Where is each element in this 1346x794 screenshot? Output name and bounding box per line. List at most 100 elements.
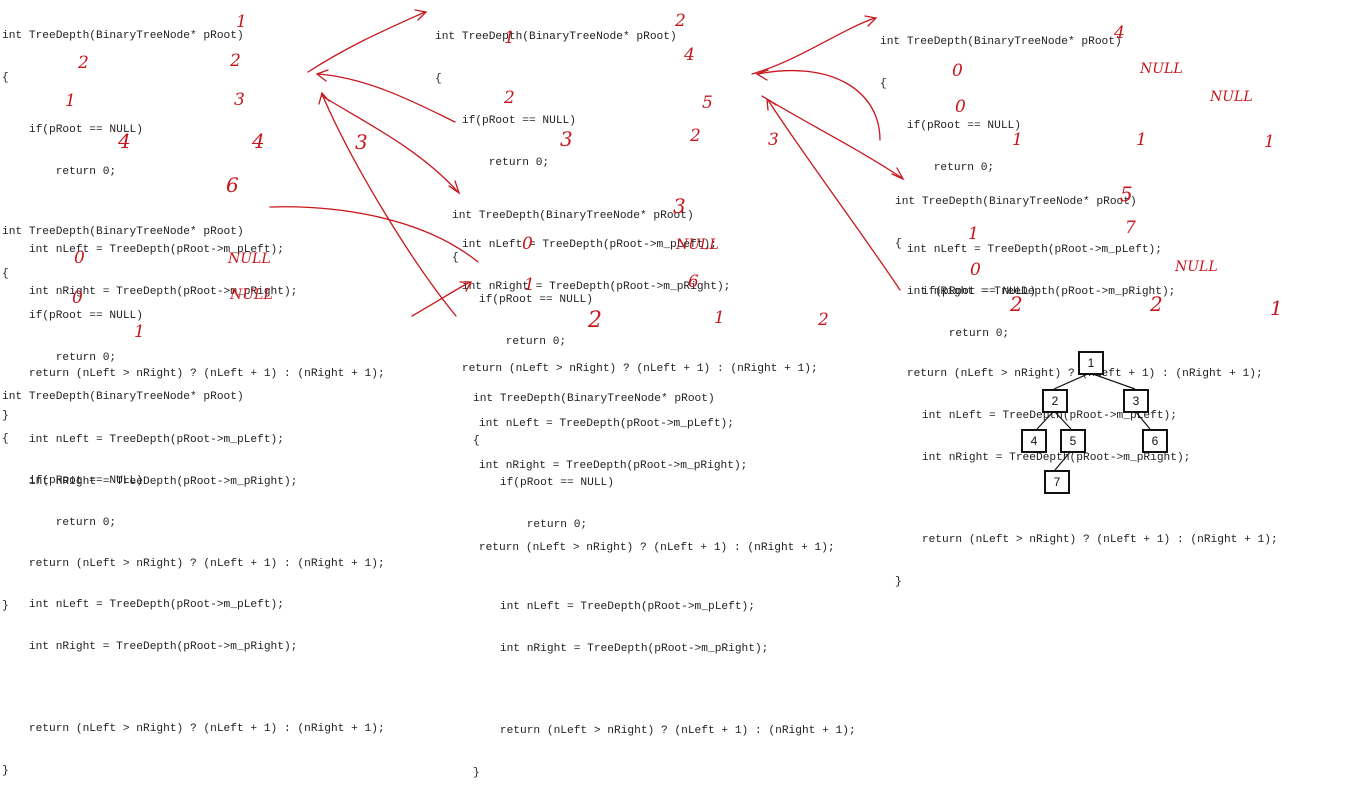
code-line: int TreeDepth(BinaryTreeNode* pRoot) bbox=[2, 226, 244, 238]
tree-node-1: 1 bbox=[1078, 351, 1104, 375]
annotation-call-number: 1 bbox=[236, 12, 247, 32]
code-line: return (nLeft > nRight) ? (nLeft + 1) : … bbox=[473, 725, 856, 737]
annotation-value: 3 bbox=[234, 90, 245, 110]
annotation-call-number: 4 bbox=[684, 45, 695, 65]
annotation-result: 3 bbox=[560, 127, 573, 151]
code-line: return 0; bbox=[473, 519, 588, 531]
annotation-result: 3 bbox=[355, 130, 368, 154]
code-line: { bbox=[880, 78, 887, 90]
annotation-result: 4 bbox=[118, 129, 131, 153]
annotation-result: 1 bbox=[134, 322, 145, 342]
code-line: if(pRoot == NULL) bbox=[880, 120, 1021, 132]
code-line: if(pRoot == NULL) bbox=[452, 294, 593, 306]
annotation-value: 0 bbox=[952, 61, 963, 81]
annotation-null: NULL bbox=[228, 251, 271, 267]
annotation-null: NULL bbox=[1175, 259, 1218, 275]
arrow-head bbox=[414, 9, 428, 21]
code-line: int TreeDepth(BinaryTreeNode* pRoot) bbox=[452, 210, 694, 222]
code-line: int nLeft = TreeDepth(pRoot->m_pLeft); bbox=[473, 601, 755, 613]
annotation-result: 1 bbox=[1136, 130, 1147, 150]
annotation-value: 1 bbox=[968, 224, 979, 244]
code-line: int nRight = TreeDepth(pRoot->m_pRight); bbox=[473, 643, 769, 655]
code-line: int TreeDepth(BinaryTreeNode* pRoot) bbox=[473, 393, 715, 405]
annotation-value: 2 bbox=[78, 53, 89, 73]
code-line: { bbox=[2, 72, 9, 84]
annotation-result: 1 bbox=[1264, 132, 1275, 152]
annotation-result: 2 bbox=[818, 310, 829, 330]
annotation-value: 2 bbox=[504, 88, 515, 108]
annotation-result: 2 bbox=[1150, 292, 1163, 316]
annotation-call-number: 2 bbox=[230, 51, 241, 71]
tree-node-7: 7 bbox=[1044, 470, 1070, 494]
code-line: int nLeft = TreeDepth(pRoot->m_pLeft); bbox=[2, 599, 284, 611]
code-line: { bbox=[2, 433, 9, 445]
code-line: if(pRoot == NULL) bbox=[2, 310, 143, 322]
annotation-call-number: 4 bbox=[1114, 23, 1125, 43]
code-line: return (nLeft > nRight) ? (nLeft + 1) : … bbox=[895, 534, 1278, 546]
code-line: if(pRoot == NULL) bbox=[435, 115, 576, 127]
code-line: { bbox=[452, 252, 459, 264]
annotation-value: 0 bbox=[74, 248, 85, 268]
code-line: int TreeDepth(BinaryTreeNode* pRoot) bbox=[2, 391, 244, 403]
annotation-value: 1 bbox=[524, 275, 535, 295]
code-line: } bbox=[473, 767, 480, 779]
code-line: if(pRoot == NULL) bbox=[895, 286, 1036, 298]
code-line: } bbox=[2, 765, 9, 777]
code-block-7: int TreeDepth(BinaryTreeNode* pRoot) { i… bbox=[2, 362, 385, 792]
code-line: if(pRoot == NULL) bbox=[2, 475, 143, 487]
tree-node-5: 5 bbox=[1060, 429, 1086, 453]
annotation-result: 1 bbox=[1012, 130, 1023, 150]
annotation-call-number: 3 bbox=[673, 194, 686, 218]
annotation-result: 3 bbox=[768, 130, 779, 150]
annotation-call-number: 2 bbox=[675, 11, 686, 31]
tree-node-6: 6 bbox=[1142, 429, 1168, 453]
annotation-null: NULL bbox=[1210, 89, 1253, 105]
annotation-value: 0 bbox=[970, 260, 981, 280]
annotation-call-number: 1 bbox=[504, 28, 515, 48]
code-line: { bbox=[895, 238, 902, 250]
annotation-value: 0 bbox=[72, 288, 83, 308]
tree-node-4: 4 bbox=[1021, 429, 1047, 453]
annotation-call-number: 5 bbox=[1120, 182, 1133, 206]
annotation-result: 2 bbox=[588, 308, 602, 333]
code-line: return 0; bbox=[2, 166, 117, 178]
code-line: int TreeDepth(BinaryTreeNode* pRoot) bbox=[2, 30, 244, 42]
code-line: int TreeDepth(BinaryTreeNode* pRoot) bbox=[895, 196, 1137, 208]
code-line: } bbox=[895, 576, 902, 588]
tree-node-3: 3 bbox=[1123, 389, 1149, 413]
code-line: int nRight = TreeDepth(pRoot->m_pRight); bbox=[2, 641, 298, 653]
code-line: return 0; bbox=[435, 157, 550, 169]
annotation-value: 0 bbox=[955, 97, 966, 117]
annotation-null: NULL bbox=[230, 287, 273, 303]
annotation-null: NULL bbox=[1140, 61, 1183, 77]
annotation-value: 6 bbox=[688, 272, 699, 292]
code-line: { bbox=[435, 73, 442, 85]
annotation-value: 1 bbox=[65, 91, 76, 111]
code-line: int TreeDepth(BinaryTreeNode* pRoot) bbox=[880, 36, 1122, 48]
annotation-call-number: 7 bbox=[1125, 218, 1136, 238]
code-line: int TreeDepth(BinaryTreeNode* pRoot) bbox=[435, 31, 677, 43]
annotation-value: 5 bbox=[702, 93, 713, 113]
annotation-null: NULL bbox=[676, 237, 719, 253]
arrow-head bbox=[864, 15, 878, 27]
code-line: if(pRoot == NULL) bbox=[473, 477, 614, 489]
annotation-value: 0 bbox=[522, 234, 533, 254]
code-line: return 0; bbox=[2, 517, 117, 529]
tree-node-2: 2 bbox=[1042, 389, 1068, 413]
code-line: { bbox=[473, 435, 480, 447]
annotation-result: 4 bbox=[252, 129, 265, 153]
binary-tree-diagram: 1 2 3 4 5 6 7 bbox=[1010, 340, 1190, 500]
code-line: if(pRoot == NULL) bbox=[2, 124, 143, 136]
code-line: return 0; bbox=[452, 336, 567, 348]
annotation-result: 1 bbox=[714, 308, 725, 328]
code-line: return (nLeft > nRight) ? (nLeft + 1) : … bbox=[2, 723, 385, 735]
code-line: return 0; bbox=[895, 328, 1010, 340]
annotation-call-number: 6 bbox=[226, 173, 239, 197]
code-block-8: int TreeDepth(BinaryTreeNode* pRoot) { i… bbox=[473, 364, 856, 794]
annotation-result: 1 bbox=[1270, 296, 1283, 320]
annotation-result: 2 bbox=[1010, 292, 1023, 316]
